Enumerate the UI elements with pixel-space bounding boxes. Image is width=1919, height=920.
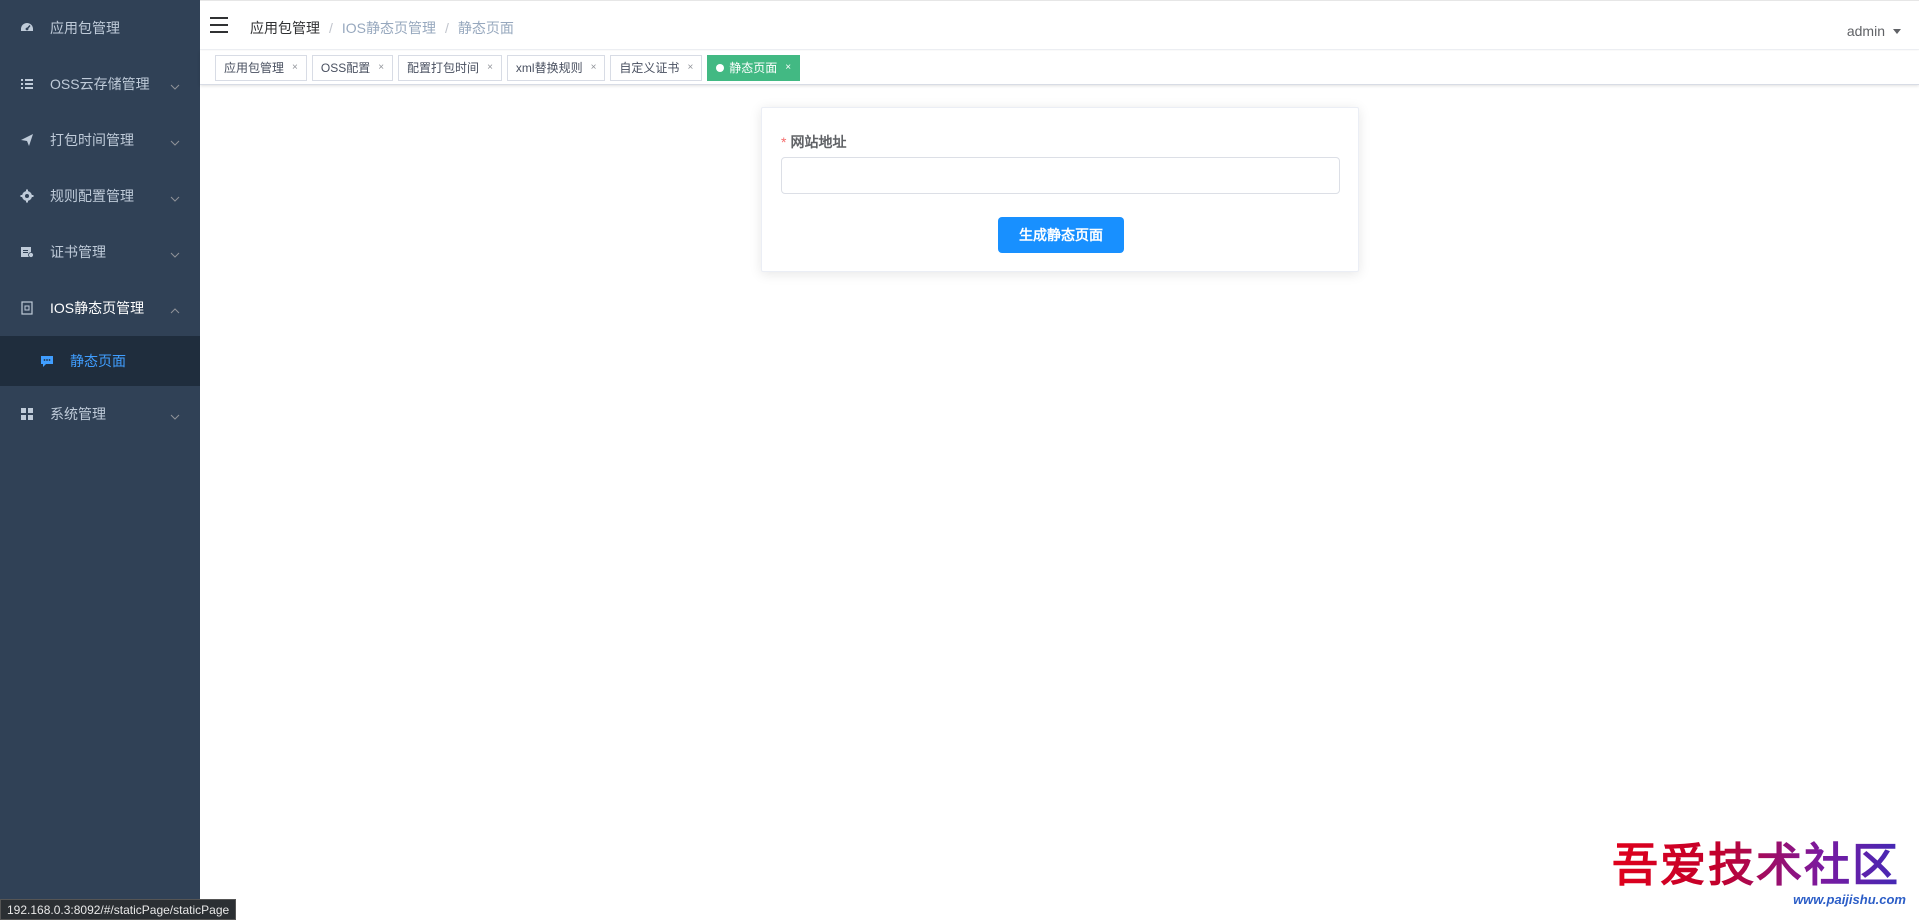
hamburger-icon[interactable] bbox=[210, 17, 228, 33]
sidebar-item-label: OSS云存储管理 bbox=[50, 76, 150, 92]
sidebar-item-label: 规则配置管理 bbox=[50, 188, 134, 204]
breadcrumb-item[interactable]: 应用包管理 bbox=[250, 18, 320, 38]
sidebar-item-label: IOS静态页管理 bbox=[50, 300, 145, 316]
tag-static-page[interactable]: 静态页面 × bbox=[707, 54, 801, 81]
tag-oss-config[interactable]: OSS配置 × bbox=[311, 54, 394, 81]
close-icon[interactable]: × bbox=[292, 62, 298, 73]
user-menu[interactable]: admin bbox=[1847, 23, 1901, 39]
chevron-down-icon bbox=[170, 247, 180, 258]
close-icon[interactable]: × bbox=[687, 62, 693, 73]
generate-static-page-button[interactable]: 生成静态页面 bbox=[998, 217, 1124, 253]
certificate-icon bbox=[20, 245, 34, 259]
sidebar-item-rule-config[interactable]: 规则配置管理 bbox=[0, 168, 200, 224]
sidebar-item-label: 系统管理 bbox=[50, 406, 106, 422]
website-url-label: * 网站地址 bbox=[781, 132, 846, 152]
sidebar-item-packing-time[interactable]: 打包时间管理 bbox=[0, 112, 200, 168]
static-page-form-card: * 网站地址 生成静态页面 bbox=[761, 107, 1359, 272]
website-url-input[interactable] bbox=[781, 157, 1340, 194]
sidebar-item-oss-storage[interactable]: OSS云存储管理 bbox=[0, 56, 200, 112]
chevron-up-icon bbox=[170, 303, 180, 314]
sidebar-item-label: 应用包管理 bbox=[50, 20, 120, 36]
watermark-logo: 吾爱技术社区 www.paijishu.com bbox=[1612, 840, 1912, 910]
breadcrumb-separator: / bbox=[445, 20, 449, 36]
sidebar-item-certificates[interactable]: 证书管理 bbox=[0, 224, 200, 280]
breadcrumb-item: 静态页面 bbox=[457, 20, 514, 36]
submenu-ios-static: 静态页面 bbox=[0, 336, 200, 386]
send-icon bbox=[20, 133, 34, 147]
tag-label: 配置打包时间 bbox=[407, 61, 480, 75]
tag-app-packages[interactable]: 应用包管理 × bbox=[215, 54, 307, 81]
watermark-url: www.paijishu.com bbox=[1793, 892, 1906, 907]
sidebar-item-label: 证书管理 bbox=[50, 244, 106, 260]
label-text: 网站地址 bbox=[790, 134, 847, 150]
close-icon[interactable]: × bbox=[487, 62, 493, 73]
breadcrumb-item[interactable]: IOS静态页管理 bbox=[342, 18, 436, 38]
required-mark: * bbox=[781, 134, 787, 150]
username: admin bbox=[1846, 23, 1885, 39]
sidebar: 应用包管理 OSS云存储管理 打包时间管理 规则配置管理 证书管理 IOS静态页 bbox=[0, 0, 200, 920]
breadcrumb: 应用包管理 / IOS静态页管理 / 静态页面 bbox=[250, 18, 514, 38]
sidebar-item-app-packages[interactable]: 应用包管理 bbox=[0, 0, 200, 56]
grid-icon bbox=[20, 407, 34, 421]
caret-down-icon bbox=[1893, 28, 1901, 34]
active-dot-icon bbox=[716, 63, 725, 72]
page-icon bbox=[20, 301, 34, 315]
tag-packing-time[interactable]: 配置打包时间 × bbox=[398, 54, 502, 81]
close-icon[interactable]: × bbox=[785, 62, 791, 73]
tag-label: 静态页面 bbox=[729, 61, 778, 75]
chevron-down-icon bbox=[170, 409, 180, 420]
close-icon[interactable]: × bbox=[591, 62, 597, 73]
chevron-down-icon bbox=[170, 135, 180, 146]
tag-xml-rules[interactable]: xml替换规则 × bbox=[506, 54, 606, 81]
tag-custom-certificate[interactable]: 自定义证书 × bbox=[610, 54, 703, 81]
sidebar-item-label: 打包时间管理 bbox=[50, 132, 134, 148]
watermark-text: 吾爱技术社区 bbox=[1612, 840, 1912, 890]
tag-label: OSS配置 bbox=[320, 61, 371, 75]
chevron-down-icon bbox=[170, 79, 180, 90]
tag-label: 自定义证书 bbox=[619, 61, 680, 75]
sidebar-item-label: 静态页面 bbox=[70, 353, 126, 369]
gear-icon bbox=[20, 189, 34, 203]
breadcrumb-separator: / bbox=[329, 20, 333, 36]
tag-label: 应用包管理 bbox=[224, 61, 285, 75]
list-icon bbox=[20, 77, 34, 91]
navbar: 应用包管理 / IOS静态页管理 / 静态页面 admin bbox=[200, 0, 1919, 50]
sidebar-item-system[interactable]: 系统管理 bbox=[0, 386, 200, 442]
chevron-down-icon bbox=[170, 191, 180, 202]
message-icon bbox=[40, 354, 54, 368]
dashboard-icon bbox=[20, 21, 34, 35]
tag-label: xml替换规则 bbox=[515, 61, 583, 75]
sidebar-subitem-static-page[interactable]: 静态页面 bbox=[0, 336, 200, 386]
close-icon[interactable]: × bbox=[378, 62, 384, 73]
tags-view: 应用包管理 × OSS配置 × 配置打包时间 × xml替换规则 × 自定义证书… bbox=[200, 51, 1919, 85]
browser-status-url: 192.168.0.3:8092/#/staticPage/staticPage bbox=[0, 899, 237, 920]
sidebar-item-ios-static[interactable]: IOS静态页管理 bbox=[0, 280, 200, 336]
